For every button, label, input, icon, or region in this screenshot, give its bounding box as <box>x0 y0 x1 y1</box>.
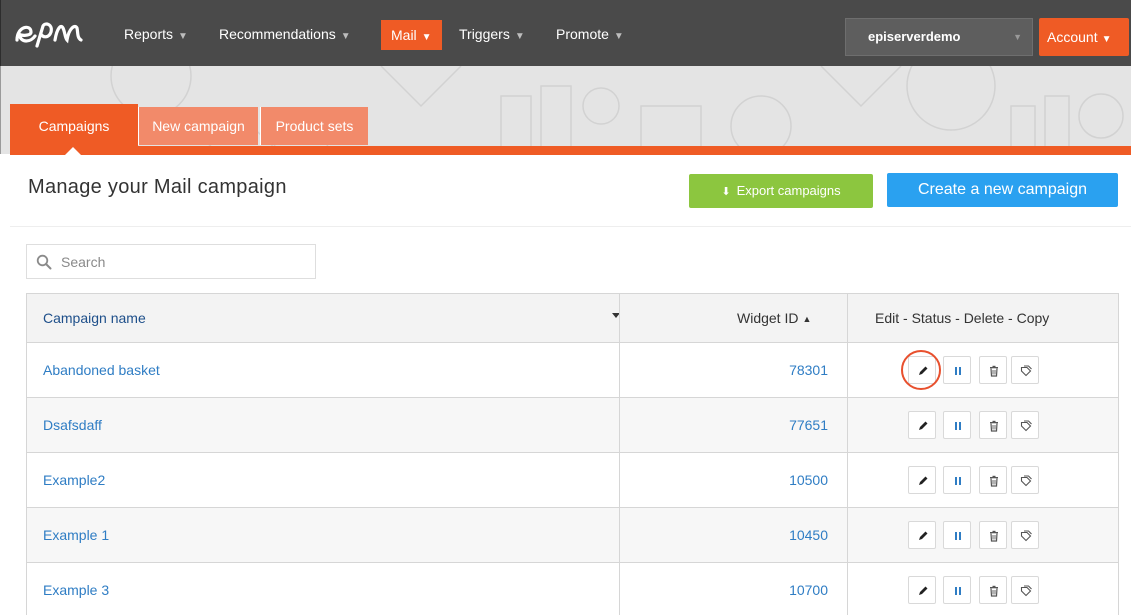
nav-reports-label: Reports <box>124 26 174 42</box>
column-divider <box>619 294 620 342</box>
tab-campaigns[interactable]: Campaigns <box>10 104 138 148</box>
campaigns-table: Campaign name Widget ID ▲ Edit - Status -… <box>26 293 1119 615</box>
nav-mail-label: Mail <box>391 27 417 43</box>
edit-button[interactable] <box>908 411 936 439</box>
copy-button[interactable] <box>1011 356 1039 384</box>
page-title: Manage your Mail campaign <box>28 176 287 198</box>
column-divider <box>847 453 848 507</box>
search-icon <box>36 254 52 270</box>
header-divider <box>10 226 1131 227</box>
episerver-logo-icon[interactable] <box>13 14 93 50</box>
column-divider <box>847 294 848 342</box>
pause-status-button[interactable] <box>943 411 971 439</box>
widget-id-label: Widget ID <box>737 310 799 326</box>
edit-button[interactable] <box>908 356 936 384</box>
campaign-name-link[interactable]: Example2 <box>43 453 105 507</box>
campaign-name-link[interactable]: Abandoned basket <box>43 343 160 397</box>
copy-button[interactable] <box>1011 576 1039 604</box>
export-campaigns-label: Export campaigns <box>736 183 841 198</box>
tab-underline-bar <box>10 146 1131 155</box>
chevron-down-icon: ▼ <box>613 31 624 42</box>
create-campaign-button[interactable]: Create a new campaign <box>887 173 1118 207</box>
column-header-campaign-name[interactable]: Campaign name <box>43 294 146 342</box>
widget-id-value[interactable]: 78301 <box>620 343 828 397</box>
delete-button[interactable] <box>979 576 1007 604</box>
column-header-actions: Edit - Status - Delete - Copy <box>875 310 1050 326</box>
campaign-name-link[interactable]: Example 3 <box>43 563 109 615</box>
top-navigation-bar: Reports ▼ Recommendations ▼ Mail ▼ Triggers… <box>0 0 1131 66</box>
nav-promote-label: Promote <box>556 26 609 42</box>
widget-id-value[interactable]: 10500 <box>620 453 828 507</box>
edit-button[interactable] <box>908 521 936 549</box>
search-box <box>26 244 316 279</box>
table-body: Abandoned basket 78301 Dsafsdaff 77651 Examp… <box>27 343 1118 615</box>
chevron-down-icon: ▼ <box>421 32 432 43</box>
table-row: Example 3 10700 <box>27 563 1118 615</box>
active-tab-pointer <box>64 147 82 156</box>
pause-status-button[interactable] <box>943 576 971 604</box>
download-arrow-icon: ⬇ <box>721 186 731 198</box>
chevron-down-icon: ▼ <box>340 31 351 42</box>
site-selector-value: episerverdemo <box>868 29 961 44</box>
campaign-name-link[interactable]: Dsafsdaff <box>43 398 102 452</box>
chevron-down-icon: ▼ <box>1013 32 1022 42</box>
delete-button[interactable] <box>979 411 1007 439</box>
column-divider <box>847 343 848 397</box>
table-row: Example2 10500 <box>27 453 1118 508</box>
sort-icon: ▲ <box>802 314 812 324</box>
chevron-down-icon: ▼ <box>514 31 525 42</box>
nav-recommendations-label: Recommendations <box>219 26 336 42</box>
pause-status-button[interactable] <box>943 356 971 384</box>
edit-button[interactable] <box>908 576 936 604</box>
copy-button[interactable] <box>1011 466 1039 494</box>
column-header-widget-id[interactable]: Widget ID ▲ <box>737 294 811 342</box>
pause-status-button[interactable] <box>943 466 971 494</box>
chevron-down-icon: ▼ <box>1101 34 1112 45</box>
table-row: Example 1 10450 <box>27 508 1118 563</box>
column-divider <box>847 563 848 615</box>
nav-mail[interactable]: Mail ▼ <box>381 20 442 50</box>
site-selector[interactable]: episerverdemo ▼ <box>845 18 1033 56</box>
nav-triggers[interactable]: Triggers ▼ <box>459 22 525 46</box>
campaign-name-link[interactable]: Example 1 <box>43 508 109 562</box>
delete-button[interactable] <box>979 356 1007 384</box>
nav-triggers-label: Triggers <box>459 26 510 42</box>
edit-button[interactable] <box>908 466 936 494</box>
widget-id-value[interactable]: 10450 <box>620 508 828 562</box>
delete-button[interactable] <box>979 466 1007 494</box>
table-header: Campaign name Widget ID ▲ Edit - Status -… <box>27 294 1118 343</box>
column-divider <box>847 508 848 562</box>
nav-recommendations[interactable]: Recommendations ▼ <box>219 22 351 46</box>
copy-button[interactable] <box>1011 411 1039 439</box>
delete-button[interactable] <box>979 521 1007 549</box>
copy-button[interactable] <box>1011 521 1039 549</box>
nav-promote[interactable]: Promote ▼ <box>556 22 624 46</box>
widget-id-value[interactable]: 77651 <box>620 398 828 452</box>
account-label: Account <box>1047 29 1098 45</box>
chevron-down-icon: ▼ <box>178 31 188 42</box>
export-campaigns-button[interactable]: ⬇ Export campaigns <box>689 174 873 208</box>
search-input[interactable] <box>61 251 301 273</box>
column-divider <box>847 398 848 452</box>
account-button[interactable]: Account ▼ <box>1039 18 1129 56</box>
nav-reports[interactable]: Reports ▼ <box>124 22 188 46</box>
tab-new-campaign[interactable]: New campaign <box>138 107 258 145</box>
widget-id-value[interactable]: 10700 <box>620 563 828 615</box>
tab-product-sets[interactable]: Product sets <box>260 107 368 145</box>
table-row: Dsafsdaff 77651 <box>27 398 1118 453</box>
table-row: Abandoned basket 78301 <box>27 343 1118 398</box>
pause-status-button[interactable] <box>943 521 971 549</box>
